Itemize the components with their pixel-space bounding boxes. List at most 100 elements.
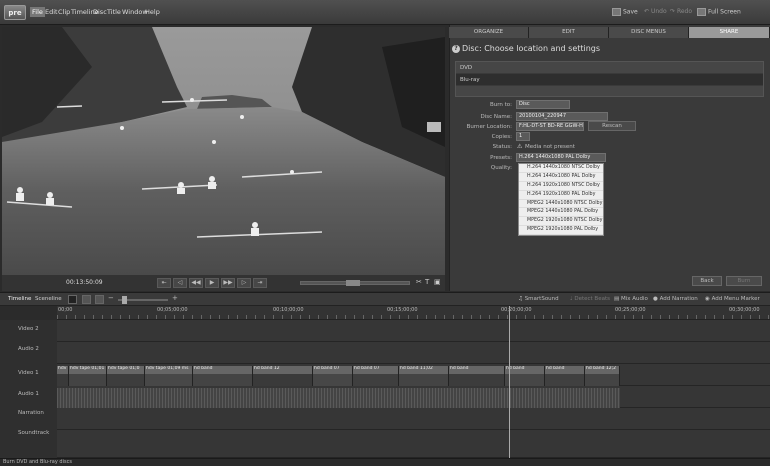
zoom-in-icon[interactable]: +: [172, 294, 178, 302]
burner-location-select[interactable]: F:HL-DT-ST BD-RE GGW-H...: [516, 122, 584, 131]
video-clip[interactable]: hd band: [545, 366, 585, 386]
save-icon: [612, 8, 621, 16]
video-clip[interactable]: hd band: [505, 366, 545, 386]
audio-1-clips[interactable]: [57, 388, 620, 408]
app-logo: pre: [4, 5, 26, 20]
video-clip[interactable]: hd band 11;02: [399, 366, 449, 386]
narration-track[interactable]: [57, 408, 770, 430]
help-icon[interactable]: ?: [452, 45, 460, 53]
quality-label: Quality:: [490, 165, 512, 171]
video-clip[interactable]: hd band 12;2: [585, 366, 620, 386]
panel-title: Disc: Choose location and settings: [462, 44, 601, 53]
video-frame: [2, 27, 445, 275]
destination-bluray[interactable]: Blu-ray: [456, 74, 763, 86]
tab-disc-menus[interactable]: DISC MENUS: [609, 27, 689, 38]
menu-disc[interactable]: Disc: [93, 8, 107, 16]
video-clip[interactable]: hdv tape 01;0: [107, 366, 145, 386]
preset-option[interactable]: MPEG2 1920x1080 NTSC Dolby: [519, 217, 603, 227]
step-back-button[interactable]: ◁: [173, 278, 187, 288]
tab-sceneline[interactable]: Sceneline: [35, 296, 62, 302]
preset-option[interactable]: MPEG2 1440x1080 NTSC Dolby: [519, 200, 603, 209]
copies-label: Copies:: [491, 134, 512, 140]
preset-option[interactable]: MPEG2 1920x1080 PAL Dolby: [519, 226, 603, 236]
goto-start-button[interactable]: ⇤: [157, 278, 171, 288]
tab-organize[interactable]: ORGANIZE: [449, 27, 529, 38]
ruler-ticks: [57, 315, 770, 319]
disc-name-input[interactable]: 20100104_220947: [516, 112, 608, 121]
playhead[interactable]: [509, 306, 510, 458]
track-label-audio-1: Audio 1: [18, 391, 39, 397]
timeline-tracks: Video 2 Audio 2 Video 1 Audio 1 Narratio…: [0, 320, 770, 458]
menu-clip[interactable]: Clip: [58, 8, 70, 16]
video-2-track[interactable]: [57, 320, 770, 342]
preview-monitor[interactable]: [2, 27, 445, 275]
ruler-label: 00;25;00;00: [615, 307, 646, 313]
scrubber-handle[interactable]: [346, 280, 360, 286]
split-clip-icon[interactable]: ✂: [416, 278, 422, 286]
tab-timeline[interactable]: Timeline: [8, 296, 31, 302]
zoom-slider-handle[interactable]: [122, 296, 127, 304]
fast-forward-button[interactable]: ▶▶: [221, 278, 235, 288]
preset-option[interactable]: H.264 1920x1080 NTSC Dolby: [519, 182, 603, 191]
fullscreen-button[interactable]: Full Screen: [697, 8, 741, 16]
menu-edit[interactable]: Edit: [45, 8, 58, 16]
track-label-narration: Narration: [18, 410, 44, 416]
destination-list: DVD Blu-ray: [455, 61, 764, 97]
mix-audio-button[interactable]: ▤ Mix Audio: [614, 296, 648, 302]
status-bar: Burn DVD and Blu-ray discs: [0, 458, 770, 466]
monitor-controls: 00:13:50:09 ⇤ ◁ ◀◀ ▶ ▶▶ ▷ ⇥ ✂ T ▣: [2, 275, 445, 291]
step-forward-button[interactable]: ▷: [237, 278, 251, 288]
play-button[interactable]: ▶: [205, 278, 219, 288]
selection-tool-icon[interactable]: [68, 295, 77, 304]
goto-end-button[interactable]: ⇥: [253, 278, 267, 288]
track-label-video-1: Video 1: [18, 370, 39, 376]
preset-option[interactable]: H.264 1440x1080 NTSC Dolby: [519, 164, 603, 173]
preset-option[interactable]: H.264 1920x1080 PAL Dolby: [519, 191, 603, 200]
menu-title[interactable]: Title: [107, 8, 121, 16]
properties-icon[interactable]: [82, 295, 91, 304]
video-clip[interactable]: hd band 07: [353, 366, 399, 386]
audio-2-track[interactable]: [57, 342, 770, 364]
video-clip[interactable]: hd band: [449, 366, 505, 386]
video-clip[interactable]: hd band 12: [253, 366, 313, 386]
video-clip[interactable]: hdv tape 01;09 ms: [145, 366, 193, 386]
copies-input[interactable]: 1: [516, 132, 530, 141]
undo-button[interactable]: ↶ Undo: [644, 8, 667, 15]
zoom-out-icon[interactable]: −: [108, 294, 114, 302]
video-clip[interactable]: hd band: [193, 366, 253, 386]
soundtrack-track[interactable]: [57, 430, 770, 458]
menu-window[interactable]: Window: [122, 8, 148, 16]
zoom-slider[interactable]: [118, 296, 168, 304]
video-clip[interactable]: hd band 07: [313, 366, 353, 386]
video-clip[interactable]: hdv: [57, 366, 69, 386]
camera-icon[interactable]: ▣: [434, 278, 441, 286]
presets-select[interactable]: H.264 1440x1080 PAL Dolby: [516, 153, 606, 162]
detect-beats-button[interactable]: ♩ Detect Beats: [570, 296, 610, 302]
tab-edit[interactable]: EDIT: [529, 27, 609, 38]
ruler-label: 00;10;00;00: [273, 307, 304, 313]
text-tool-icon[interactable]: T: [425, 278, 429, 286]
timeline-ruler[interactable]: 00;00 00;05;00;00 00;10;00;00 00;15;00;0…: [57, 306, 770, 320]
rewind-button[interactable]: ◀◀: [189, 278, 203, 288]
preset-option[interactable]: H.264 1440x1080 PAL Dolby: [519, 173, 603, 182]
track-label-video-2: Video 2: [18, 326, 39, 332]
markers-icon[interactable]: [95, 295, 104, 304]
smartsound-button[interactable]: ♫ SmartSound: [518, 296, 559, 302]
menu-help[interactable]: Help: [145, 8, 160, 16]
tab-share[interactable]: SHARE: [689, 27, 770, 38]
ruler-label: 00;30;00;00: [729, 307, 760, 313]
rescan-button[interactable]: Rescan: [588, 121, 636, 131]
redo-button[interactable]: ↷ Redo: [670, 8, 692, 15]
scrubber[interactable]: [300, 280, 410, 286]
video-clip[interactable]: hdv tape 01;01: [69, 366, 107, 386]
add-menu-marker-button[interactable]: ◉ Add Menu Marker: [705, 296, 760, 302]
burn-button[interactable]: Burn: [726, 276, 762, 286]
menu-file[interactable]: File: [30, 7, 45, 17]
add-narration-button[interactable]: ● Add Narration: [653, 296, 698, 302]
back-button[interactable]: Back: [692, 276, 722, 286]
preset-option[interactable]: MPEG2 1440x1080 PAL Dolby: [519, 208, 603, 218]
save-button[interactable]: Save: [612, 8, 638, 16]
destination-dvd[interactable]: DVD: [456, 62, 763, 74]
burn-to-select[interactable]: Disc: [516, 100, 570, 109]
timecode: 00:13:50:09: [66, 279, 103, 286]
